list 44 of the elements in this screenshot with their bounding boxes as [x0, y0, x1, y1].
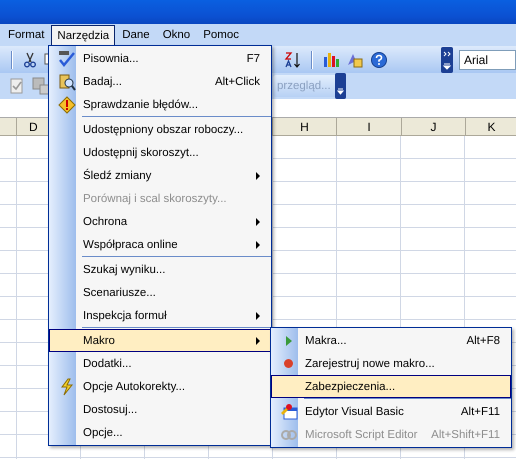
menu-item[interactable]: Śledź zmiany: [49, 164, 271, 187]
bar-chart-icon[interactable]: [322, 50, 340, 68]
column-header[interactable]: J: [430, 120, 436, 134]
menu-item[interactable]: Makra... Alt+F8: [271, 329, 511, 352]
column-header[interactable]: K: [487, 120, 496, 134]
menu-item[interactable]: Makro: [49, 329, 271, 352]
menu-bar-item[interactable]: Dane: [116, 24, 156, 46]
menu-item[interactable]: Udostępnij skoroszyt...: [49, 141, 271, 164]
magnifier-book-icon: [58, 72, 76, 90]
script-chain-icon: [280, 430, 296, 440]
menu-item[interactable]: Zarejestruj nowe makro...: [271, 352, 511, 375]
menu-item[interactable]: Zabezpieczenia...: [271, 375, 511, 398]
menu-item[interactable]: Opcje...: [49, 421, 271, 444]
menu-bar-item[interactable]: Okno: [156, 24, 196, 46]
menu-item[interactable]: Scenariusze...: [49, 281, 271, 304]
scissors-icon[interactable]: [22, 52, 38, 68]
menu-item[interactable]: Ochrona: [49, 210, 271, 233]
toolbar-options-icon[interactable]: [334, 73, 346, 99]
menu-bar-item[interactable]: Format: [2, 24, 50, 46]
spelling-check-icon: [58, 50, 76, 68]
menu-item[interactable]: Opcje Autokorekty...: [49, 375, 271, 398]
menu-bar-item[interactable]: Narzędzia: [51, 24, 116, 48]
menu-item[interactable]: Dostosuj...: [49, 398, 271, 421]
menu-item[interactable]: Współpraca online: [49, 233, 271, 256]
sort-descending-icon[interactable]: [284, 50, 302, 68]
record-dot-icon: [284, 359, 293, 368]
play-icon: [286, 336, 292, 346]
code-window-icon: [280, 402, 298, 420]
menu-item[interactable]: Badaj... Alt+Click: [49, 70, 271, 93]
column-header[interactable]: H: [300, 120, 309, 134]
menu-item[interactable]: Edytor Visual Basic Alt+F11: [271, 400, 511, 423]
menu-item[interactable]: Sprawdzanie błędów...: [49, 93, 271, 116]
column-header[interactable]: D: [29, 120, 38, 134]
menu-item[interactable]: Dodatki...: [49, 352, 271, 375]
menu-item[interactable]: Udostępniony obszar roboczy...: [49, 118, 271, 141]
toolbar-options-icon[interactable]: [441, 46, 453, 72]
menu-item[interactable]: Pisownia... F7: [49, 47, 271, 70]
warning-diamond-icon: [58, 96, 76, 114]
column-header[interactable]: I: [367, 120, 371, 134]
menu-item[interactable]: Inspekcja formuł: [49, 304, 271, 327]
menu-item[interactable]: Szukaj wyniku...: [49, 258, 271, 281]
font-name-field[interactable]: Arial: [459, 50, 516, 70]
help-icon[interactable]: [370, 50, 388, 68]
menu-bar-item[interactable]: Pomoc: [197, 24, 245, 46]
